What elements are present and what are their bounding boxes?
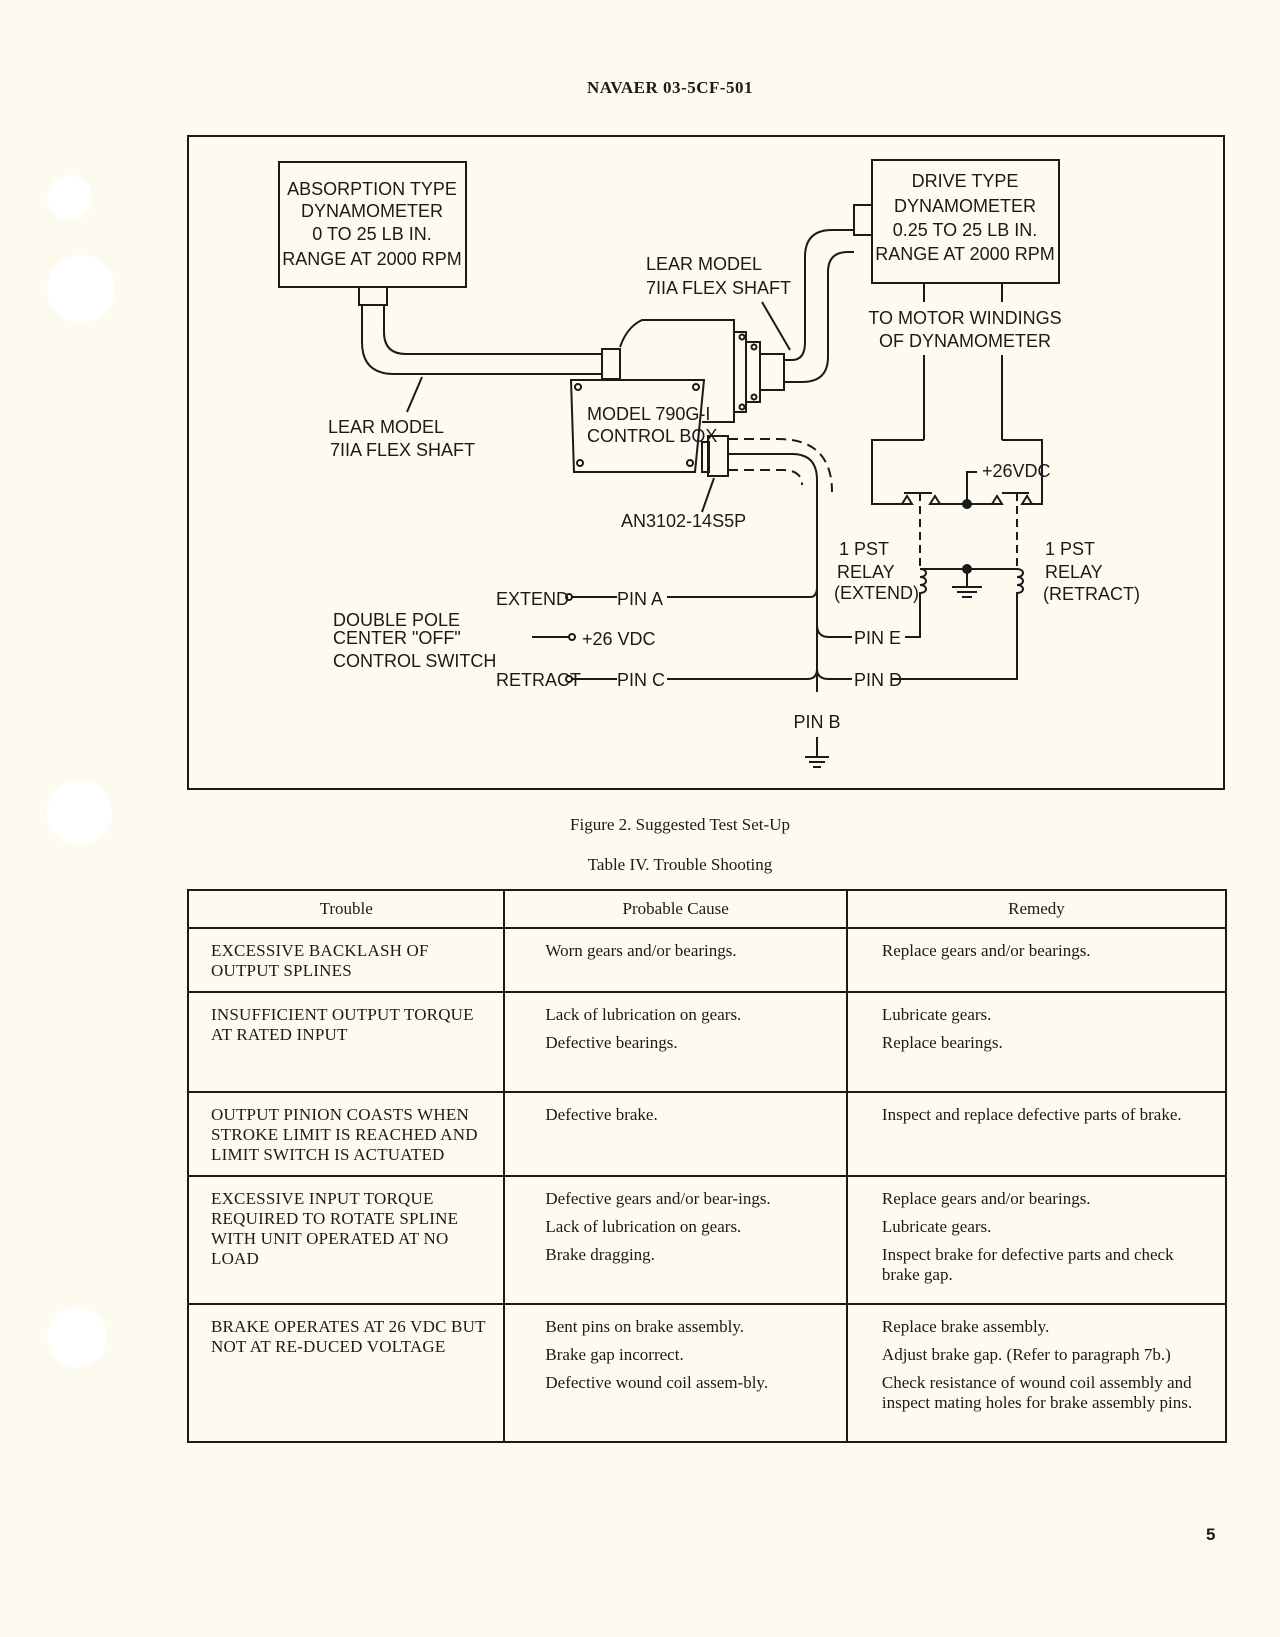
relay-supply-label: +26VDC	[982, 461, 1051, 481]
pin-d-label: PIN D	[854, 670, 902, 690]
cause-entry: Defective bearings.	[545, 1033, 678, 1052]
cause-entry: Bent pins on brake assembly.	[545, 1317, 745, 1336]
relay-retract-label-2: RELAY	[1045, 562, 1103, 582]
drive-dynamometer-label-3: 0.25 TO 25 LB IN.	[893, 220, 1037, 240]
cause-entry: Brake dragging.	[545, 1245, 655, 1264]
cause-entry: Worn gears and/or bearings.	[545, 941, 737, 960]
punch-hole	[47, 255, 115, 323]
table-row: INSUFFICIENT OUTPUT TORQUE AT RATED INPU…	[186, 991, 1228, 1093]
remedy-entry: Lubricate gears.	[881, 1217, 992, 1236]
cause-cell: Worn gears and/or bearings.	[503, 927, 848, 993]
drive-dynamometer-label-4: RANGE AT 2000 RPM	[875, 244, 1054, 264]
motor-windings-label-2: OF DYNAMOMETER	[879, 331, 1051, 351]
diagram-drawing: ABSORPTION TYPE DYNAMOMETER 0 TO 25 LB I…	[278, 159, 1140, 768]
remedy-cell: Replace gears and/or bearings.	[845, 927, 1228, 993]
cause-entry: Defective gears and/or bear-ings.	[545, 1189, 771, 1208]
absorption-dynamometer-label-4: RANGE AT 2000 RPM	[282, 249, 461, 269]
remedy-entry: Replace bearings.	[881, 1033, 1003, 1052]
flex-shaft-right-label-2: 7IIA FLEX SHAFT	[646, 278, 791, 298]
relay-extend-label-3: (EXTEND)	[834, 583, 919, 603]
cause-entry: Brake gap incorrect.	[545, 1345, 684, 1364]
trouble-cell: BRAKE OPERATES AT 26 VDC BUT NOT AT RE-D…	[186, 1303, 506, 1443]
remedy-entry: Replace gears and/or bearings.	[881, 941, 1091, 960]
trouble-cell: OUTPUT PINION COASTS WHEN STROKE LIMIT I…	[186, 1091, 506, 1177]
cause-cell: Defective gears and/or bear-ings. Lack of…	[503, 1175, 848, 1305]
control-box-label-2: CONTROL BOX	[587, 426, 717, 446]
trouble-cell: EXCESSIVE BACKLASH OF OUTPUT SPLINES	[186, 927, 506, 993]
relay-extend-label-1: 1 PST	[839, 539, 889, 559]
remedy-cell: Replace gears and/or bearings. Lubricate …	[845, 1175, 1228, 1305]
flex-shaft-left-label-2: 7IIA FLEX SHAFT	[330, 440, 475, 460]
punch-hole	[47, 780, 112, 845]
switch-retract-label: RETRACT	[496, 670, 581, 690]
trouble-cell: INSUFFICIENT OUTPUT TORQUE AT RATED INPU…	[186, 991, 506, 1093]
table-header-row: Trouble Probable Cause Remedy	[186, 889, 1228, 929]
motor-windings-label-1: TO MOTOR WINDINGS	[868, 308, 1061, 328]
cause-entry: Defective brake.	[545, 1105, 658, 1124]
trouble-cell: EXCESSIVE INPUT TORQUE REQUIRED TO ROTAT…	[186, 1175, 506, 1305]
remedy-entry: Adjust brake gap. (Refer to paragraph 7b…	[881, 1345, 1171, 1364]
table-row: BRAKE OPERATES AT 26 VDC BUT NOT AT RE-D…	[186, 1303, 1228, 1443]
table-caption: Table IV. Trouble Shooting	[587, 855, 773, 874]
drive-dynamometer-label-1: DRIVE TYPE	[912, 171, 1019, 191]
punch-hole	[47, 1307, 107, 1367]
header-probable-cause: Probable Cause	[503, 889, 848, 929]
pin-a-label: PIN A	[617, 589, 663, 609]
cause-entry: Lack of lubrication on gears.	[545, 1217, 742, 1236]
switch-extend-label: EXTEND	[496, 589, 569, 609]
control-box-label-1: MODEL 790G-I	[587, 404, 710, 424]
flex-shaft-left-label-1: LEAR MODEL	[328, 417, 444, 437]
flex-shaft-right-label-1: LEAR MODEL	[646, 254, 762, 274]
absorption-dynamometer-label-2: DYNAMOMETER	[301, 201, 443, 221]
cause-cell: Lack of lubrication on gears. Defective b…	[503, 991, 848, 1093]
punch-hole	[47, 175, 92, 220]
relay-extend-label-2: RELAY	[837, 562, 895, 582]
switch-label-1: DOUBLE POLE	[333, 610, 460, 630]
pin-c-label: PIN C	[617, 670, 665, 690]
control-box	[569, 379, 729, 513]
document-id: NAVAER 03-5CF-501	[586, 78, 754, 97]
remedy-entry: Lubricate gears.	[881, 1005, 992, 1024]
header-remedy: Remedy	[845, 889, 1228, 929]
cause-entry: Defective wound coil assem-bly.	[545, 1373, 769, 1392]
cause-cell: Bent pins on brake assembly. Brake gap in…	[503, 1303, 848, 1443]
cause-entry: Lack of lubrication on gears.	[545, 1005, 742, 1024]
switch-label-2: CENTER "OFF"	[333, 628, 461, 648]
absorption-dynamometer-label-1: ABSORPTION TYPE	[287, 179, 457, 199]
table-row: OUTPUT PINION COASTS WHEN STROKE LIMIT I…	[186, 1091, 1228, 1177]
table-row: EXCESSIVE INPUT TORQUE REQUIRED TO ROTAT…	[186, 1175, 1228, 1305]
relay-retract-label-1: 1 PST	[1045, 539, 1095, 559]
cable	[728, 438, 833, 692]
pin-e-label: PIN E	[854, 628, 901, 648]
remedy-cell: Inspect and replace defective parts of b…	[845, 1091, 1228, 1177]
table-row: EXCESSIVE BACKLASH OF OUTPUT SPLINES Worn…	[186, 927, 1228, 993]
drive-dynamometer-label-2: DYNAMOMETER	[894, 196, 1036, 216]
switch-supply-label: +26 VDC	[582, 629, 656, 649]
pin-b-label: PIN B	[793, 712, 840, 732]
troubleshooting-table: Trouble Probable Cause Remedy EXCESSIVE …	[186, 889, 1228, 1443]
cause-cell: Defective brake.	[503, 1091, 848, 1177]
remedy-entry: Replace brake assembly.	[881, 1317, 1050, 1336]
remedy-cell: Replace brake assembly. Adjust brake gap.…	[845, 1303, 1228, 1443]
relay-retract-label-3: (RETRACT)	[1043, 584, 1140, 604]
connector-label: AN3102-14S5P	[621, 511, 746, 531]
remedy-cell: Lubricate gears. Replace bearings.	[845, 991, 1228, 1093]
header-trouble: Trouble	[186, 889, 506, 929]
ground-symbol	[805, 737, 829, 768]
page-number: 5	[1206, 1525, 1216, 1544]
remedy-entry: Inspect and replace defective parts of b…	[881, 1105, 1182, 1124]
remedy-entry: Inspect brake for defective parts and ch…	[881, 1245, 1174, 1284]
remedy-entry: Replace gears and/or bearings.	[881, 1189, 1091, 1208]
relay-contacts	[900, 471, 1034, 569]
switch-label-3: CONTROL SWITCH	[333, 651, 496, 671]
absorption-dynamometer-label-3: 0 TO 25 LB IN.	[312, 224, 431, 244]
test-setup-diagram: ABSORPTION TYPE DYNAMOMETER 0 TO 25 LB I…	[187, 135, 1225, 790]
remedy-entry: Check resistance of wound coil assembly …	[881, 1373, 1193, 1412]
figure-caption: Figure 2. Suggested Test Set-Up	[570, 815, 790, 834]
